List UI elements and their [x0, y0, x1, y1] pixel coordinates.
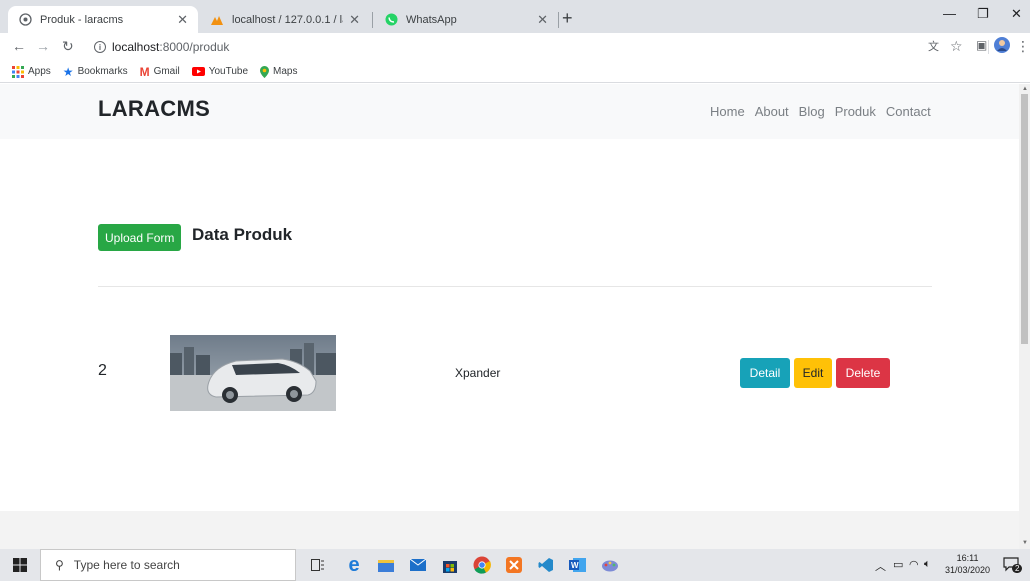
search-icon: ⚲ [55, 558, 64, 572]
forward-icon[interactable]: → [36, 38, 50, 54]
new-tab-icon[interactable]: + [562, 8, 573, 29]
site-nav: Home About Blog Produk Contact [710, 104, 941, 119]
globe-icon [18, 13, 32, 27]
mail-icon[interactable] [408, 555, 428, 575]
product-name: Xpander [455, 366, 501, 380]
profile-avatar-icon[interactable] [994, 37, 1010, 56]
scroll-down-icon[interactable]: ▼ [1022, 540, 1028, 546]
reload-icon[interactable]: ↻ [62, 38, 74, 55]
tab-title: WhatsApp [406, 13, 457, 26]
file-explorer-icon[interactable] [376, 555, 396, 575]
site-brand[interactable]: LARACMS [98, 96, 210, 122]
gmail-icon: M [139, 64, 150, 79]
word-icon[interactable]: W [568, 555, 588, 575]
minimize-icon[interactable]: — [943, 6, 956, 21]
svg-text:W: W [571, 561, 579, 570]
task-view-icon[interactable] [308, 555, 328, 575]
tab-whatsapp[interactable]: WhatsApp ✕ [374, 6, 558, 33]
bookmark-youtube[interactable]: YouTube [191, 66, 248, 77]
tab-title: Produk - laracms [40, 13, 124, 26]
notifications-icon[interactable]: 2 [1003, 556, 1023, 575]
nav-produk[interactable]: Produk [835, 104, 876, 119]
vscode-icon[interactable] [536, 555, 556, 575]
maps-pin-icon [260, 65, 269, 78]
close-icon[interactable]: ✕ [537, 12, 548, 28]
scroll-up-icon[interactable]: ▲ [1022, 86, 1028, 92]
clock-time: 16:11 [956, 553, 979, 563]
bookmark-maps[interactable]: Maps [260, 65, 298, 78]
phpmyadmin-icon [210, 13, 224, 27]
upload-form-button[interactable]: Upload Form [98, 224, 182, 251]
tab-title: localhost / 127.0.0.1 / laracms_db [232, 13, 343, 26]
extension-icon[interactable]: ▣ [976, 38, 987, 52]
divider [98, 286, 932, 287]
youtube-icon [191, 67, 205, 76]
delete-button[interactable]: Delete [836, 358, 890, 388]
bookmark-apps[interactable]: Apps [12, 65, 51, 78]
browser-toolbar: ← → ↻ i localhost:8000/produk 文 ☆ ▣ ⋮ [0, 33, 1030, 61]
tab-separator [558, 12, 559, 28]
translate-icon[interactable]: 文 [928, 38, 939, 54]
tab-produk[interactable]: Produk - laracms ✕ [8, 6, 198, 33]
nav-blog[interactable]: Blog [799, 104, 825, 119]
star-icon[interactable]: ☆ [950, 38, 963, 55]
nav-about[interactable]: About [755, 104, 789, 119]
store-icon[interactable] [440, 555, 460, 575]
battery-icon[interactable]: ▭ [893, 558, 903, 571]
close-icon[interactable]: ✕ [349, 12, 360, 28]
windows-start-icon[interactable] [0, 549, 40, 581]
tab-phpmyadmin[interactable]: localhost / 127.0.0.1 / laracms_db ✕ [200, 6, 370, 33]
bookmark-label: Bookmarks [77, 66, 128, 77]
url-text: localhost:8000/produk [112, 40, 230, 54]
bookmark-bookmarks[interactable]: ★ Bookmarks [63, 65, 128, 79]
tab-separator [372, 12, 373, 28]
nav-contact[interactable]: Contact [886, 104, 931, 119]
page-title: Data Produk [192, 225, 293, 244]
product-id: 2 [98, 362, 107, 379]
bookmark-label: Apps [28, 66, 51, 77]
scrollbar-thumb[interactable] [1021, 94, 1028, 344]
star-icon: ★ [62, 64, 74, 79]
chrome-icon[interactable] [472, 555, 492, 575]
bookmark-gmail[interactable]: M Gmail [140, 65, 180, 79]
nav-home[interactable]: Home [710, 104, 745, 119]
page-viewport: LARACMS Home About Blog Produk Contact U… [0, 84, 1019, 549]
bookmark-label: YouTube [208, 66, 248, 77]
taskbar-search[interactable]: ⚲ Type here to search [40, 549, 296, 581]
system-clock[interactable]: 16:11 31/03/2020 [945, 552, 990, 576]
edge-icon[interactable]: e [344, 554, 364, 576]
close-icon[interactable]: ✕ [177, 12, 188, 28]
apps-grid-icon [12, 65, 24, 78]
page-scrollbar[interactable]: ▲ ▼ [1019, 84, 1030, 549]
browser-tabstrip: Produk - laracms ✕ localhost / 127.0.0.1… [0, 0, 1030, 33]
notification-count: 2 [1012, 564, 1023, 573]
close-window-icon[interactable]: ✕ [1011, 6, 1022, 22]
detail-button[interactable]: Detail [740, 358, 790, 388]
back-icon[interactable]: ← [12, 38, 26, 54]
search-placeholder: Type here to search [73, 558, 180, 572]
whatsapp-icon [384, 13, 398, 27]
restore-icon[interactable]: ❐ [977, 6, 989, 22]
product-image [170, 335, 336, 411]
info-icon[interactable]: i [94, 41, 106, 53]
menu-dots-icon[interactable]: ⋮ [1016, 38, 1030, 55]
volume-icon[interactable]: 🔈︎ [924, 558, 931, 571]
clock-date: 31/03/2020 [945, 565, 991, 575]
toolbar-separator [988, 40, 989, 54]
site-footer [0, 511, 1019, 549]
bookmarks-bar: Apps ★ Bookmarks M Gmail YouTube Maps [0, 61, 1030, 83]
wifi-icon[interactable]: ◠ [909, 558, 919, 571]
bookmark-label: Gmail [153, 66, 180, 77]
bookmark-label: Maps [273, 66, 298, 77]
paint-icon[interactable] [600, 555, 620, 575]
windows-taskbar: ⚲ Type here to search e W ︿ ▭ ◠ 🔈︎ 16:11… [0, 549, 1030, 581]
tray-expand-icon[interactable]: ︿ [875, 558, 886, 574]
site-navbar: LARACMS Home About Blog Produk Contact [0, 84, 1019, 139]
xampp-icon[interactable] [504, 555, 524, 575]
address-bar[interactable]: i localhost:8000/produk [94, 35, 974, 59]
edit-button[interactable]: Edit [794, 358, 832, 388]
product-row: 2 Xpander Detail Edit Delete [0, 334, 1019, 414]
